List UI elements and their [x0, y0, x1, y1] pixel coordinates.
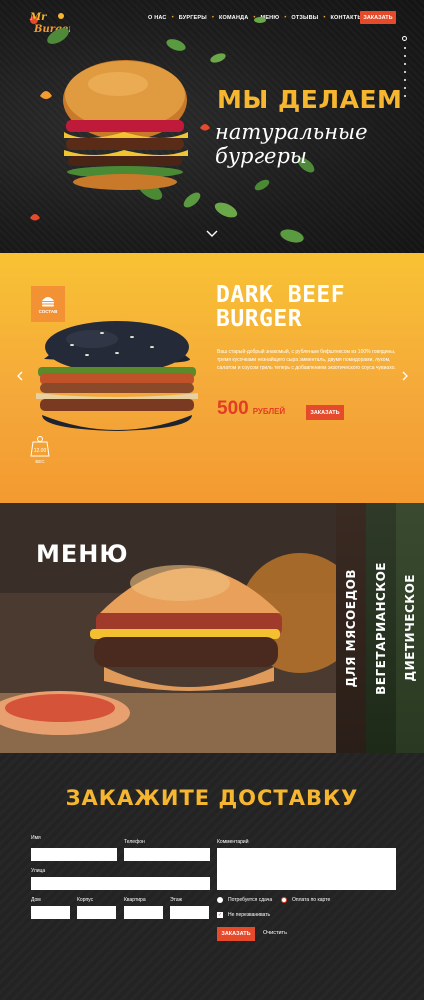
price-value: 500 [217, 398, 249, 419]
submit-order-button[interactable]: ЗАКАЗАТЬ [217, 927, 255, 941]
price-currency: РУБЛЕЙ [252, 407, 286, 416]
house-label: Дом [31, 897, 41, 903]
change-label: Потребуется сдача [228, 897, 273, 903]
clear-form-link[interactable]: Очистить [263, 930, 287, 936]
no-callback-checkbox[interactable]: ✓ Не перезванивать [217, 912, 270, 918]
radio-icon [217, 897, 223, 903]
radio-selected-icon [281, 897, 287, 903]
no-callback-label: Не перезванивать [228, 912, 271, 918]
card-payment-radio[interactable]: Оплата по карте [281, 897, 330, 903]
featured-burger-section: СОСТАВ DARK BEEF BURGER Ваш старый-добры… [0, 253, 424, 503]
chevron-right-icon[interactable] [402, 371, 408, 381]
hero-section: Mr Burger О НАС • БУРГЕРЫ • КОМАНДА • МЕ… [0, 0, 424, 253]
change-checkbox[interactable]: Потребуется сдача [217, 897, 272, 903]
featured-description: Ваш старый-добрый знакомый, с рубленым б… [217, 349, 396, 371]
category-label: ДИЕТИЧЕСКОЕ [403, 574, 417, 682]
menu-category-meat[interactable]: ДЛЯ МЯСОЕДОВ [336, 503, 366, 753]
korpus-input[interactable] [77, 906, 116, 919]
order-form-title: ЗАКАЖИТЕ ДОСТАВКУ [65, 786, 359, 810]
weight-indicator: 12.00 ВЕС [27, 434, 53, 468]
name-input[interactable] [31, 848, 117, 861]
delivery-order-section: ЗАКАЖИТЕ ДОСТАВКУ Имя Телефон Улица Дом … [0, 753, 424, 1000]
order-button-featured[interactable]: ЗАКАЗАТЬ [306, 405, 344, 420]
featured-title: DARK BEEF BURGER [216, 282, 346, 332]
hero-burger-image [63, 60, 188, 190]
hero-title: МЫ ДЕЛАЕМ [217, 85, 403, 114]
svg-text:12.00: 12.00 [34, 448, 47, 454]
weight-label: ВЕС [35, 459, 45, 464]
burger-icon [42, 296, 54, 306]
weight-icon: 12.00 [30, 436, 50, 457]
comment-textarea[interactable] [217, 848, 396, 890]
menu-section: МЕНЮ ДЛЯ МЯСОЕДОВ ВЕГЕТАРИАНСКОЕ ДИЕТИЧЕ… [0, 503, 424, 753]
floor-input[interactable] [170, 906, 209, 919]
apartment-label: Квартира [124, 897, 146, 903]
sostav-label: СОСТАВ [38, 308, 58, 314]
floor-label: Этаж [170, 897, 182, 903]
name-label: Имя [31, 835, 41, 841]
category-label: ВЕГЕТАРИАНСКОЕ [374, 561, 388, 695]
comment-label: Комментарий [217, 839, 249, 845]
menu-category-vegetarian[interactable]: ВЕГЕТАРИАНСКОЕ [366, 503, 396, 753]
chevron-left-icon[interactable] [17, 371, 23, 381]
featured-price: 500 РУБЛЕЙ [217, 398, 285, 420]
phone-label: Телефон [124, 839, 145, 845]
street-input[interactable] [31, 877, 210, 890]
house-input[interactable] [31, 906, 70, 919]
korpus-label: Корпус [77, 897, 94, 903]
hero-subtitle: натуральные бургеры [215, 120, 368, 168]
chevron-down-icon[interactable] [206, 230, 218, 238]
phone-input[interactable] [124, 848, 210, 861]
card-payment-label: Оплата по карте [292, 897, 331, 903]
menu-title: МЕНЮ [36, 540, 129, 568]
apartment-input[interactable] [124, 906, 163, 919]
menu-category-diet[interactable]: ДИЕТИЧЕСКОЕ [396, 503, 424, 753]
dark-burger-image [36, 321, 198, 431]
category-label: ДЛЯ МЯСОЕДОВ [344, 568, 358, 688]
street-label: Улица [31, 868, 46, 874]
checkmark-icon: ✓ [217, 912, 223, 918]
